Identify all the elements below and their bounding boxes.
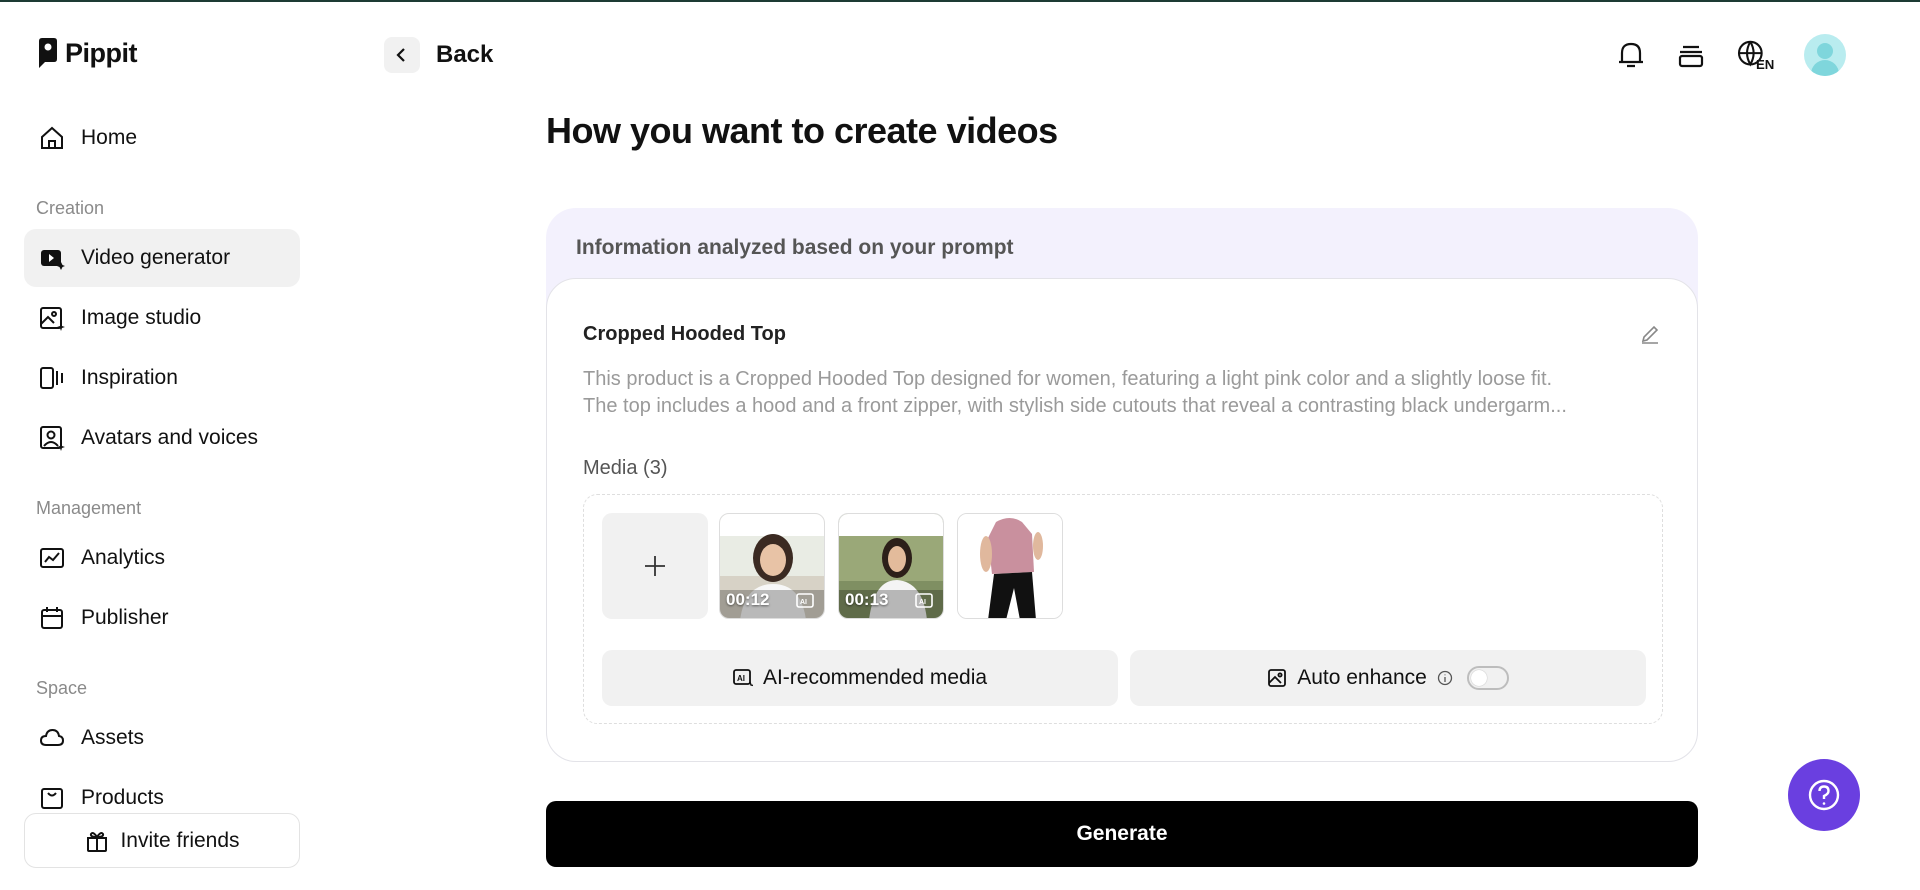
chevron-left-icon [396,48,405,62]
section-label-space: Space [36,678,88,698]
back-label: Back [436,41,494,68]
gift-icon [87,831,108,852]
pippit-logo-icon [39,38,57,68]
ai-recommended-media-button[interactable]: AI AI-recommended media [602,650,1118,706]
bell-icon[interactable] [1614,38,1648,72]
credits-stack-icon[interactable] [1674,38,1708,72]
question-mark-icon [1808,779,1840,811]
product-bag-icon [41,788,63,809]
image-studio-icon [40,307,65,331]
svg-text:AI: AI [800,599,807,606]
sidebar-item-label: Analytics [81,546,166,569]
sidebar-item-assets[interactable]: Assets [24,709,300,767]
language-code: EN [1756,57,1774,72]
svg-text:AI: AI [737,674,745,683]
sidebar-item-label: Inspiration [81,366,178,389]
sidebar-item-publisher[interactable]: Publisher [24,589,300,647]
sidebar-item-image-studio[interactable]: Image studio [24,289,300,347]
media-thumbnail-image[interactable] [957,513,1063,619]
sidebar-item-label: Avatars and voices [81,426,259,449]
user-avatar[interactable] [1804,34,1846,76]
auto-enhance-label: Auto enhance [1297,666,1427,689]
inspiration-icon [40,367,63,389]
sidebar-item-home[interactable]: Home [24,109,300,167]
sidebar-item-video-generator[interactable]: Video generator [24,229,300,287]
home-icon [41,126,63,149]
brand-name: Pippit [65,37,138,68]
sidebar-item-label: Video generator [81,246,231,269]
sidebar-item-label: Image studio [81,306,202,329]
product-name: Cropped Hooded Top [583,323,786,345]
video-generator-icon [41,250,65,270]
sidebar-item-analytics[interactable]: Analytics [24,529,300,587]
plus-icon [645,556,665,576]
ai-image-icon: AI [796,593,814,608]
invite-friends-label: Invite friends [120,828,240,852]
sidebar-item-inspiration[interactable]: Inspiration [24,349,300,407]
ai-image-icon: AI [733,669,753,687]
video-duration: 00:12 [726,590,770,609]
generate-button[interactable]: Generate [546,801,1698,867]
product-photo-image [958,514,1062,618]
back-chevron-button[interactable] [384,37,420,73]
edit-pencil-icon[interactable] [1639,323,1661,345]
sidebar-item-label: Home [81,126,138,149]
cloud-icon [39,728,65,746]
card-header: Information analyzed based on your promp… [576,236,1014,259]
language-globe-icon[interactable]: EN [1734,38,1778,72]
ai-image-icon: AI [915,593,933,608]
description-line: This product is a Cropped Hooded Top des… [583,368,1553,390]
media-thumbnail-video[interactable]: 00:13 AI [838,513,944,619]
analysis-card: Information analyzed based on your promp… [546,208,1698,762]
header-actions: EN [1614,34,1846,76]
info-icon[interactable] [1437,670,1453,686]
help-button[interactable] [1788,759,1860,831]
sidebar-item-label: Assets [81,726,145,749]
sidebar: Pippit Home Creation Video generator Ima… [0,0,330,890]
video-duration: 00:13 [845,590,889,609]
sidebar-item-avatars-and-voices[interactable]: Avatars and voices [24,409,300,467]
brand-logo[interactable]: Pippit [37,37,138,69]
auto-enhance-control: Auto enhance [1130,650,1646,706]
auto-enhance-toggle[interactable] [1466,666,1509,690]
back-button[interactable]: Back [384,37,493,73]
section-label-creation: Creation [36,198,105,218]
sidebar-item-label: Publisher [81,606,169,629]
media-thumbnail-video[interactable]: 00:12 AI [719,513,825,619]
media-dropzone: 00:12 AI 00:13 AI AI AI-recommended medi… [583,494,1663,724]
ai-recommended-media-label: AI-recommended media [762,666,988,689]
product-info-panel: Cropped Hooded Top This product is a Cro… [546,278,1698,762]
svg-text:AI: AI [919,599,926,606]
description-line: The top includes a hood and a front zipp… [583,395,1567,417]
invite-friends-button[interactable]: Invite friends [24,813,300,868]
product-description: This product is a Cropped Hooded Top des… [583,366,1663,420]
add-media-button[interactable] [602,513,708,619]
page-title: How you want to create videos [546,110,1058,151]
avatar-icon [40,426,65,451]
sidebar-item-label: Products [81,786,164,809]
analytics-icon [40,548,64,568]
media-actions: AI AI-recommended media Auto enhance [602,650,1646,706]
calendar-icon [41,607,63,629]
media-label: Media (3) [583,457,668,479]
image-icon [1268,669,1287,687]
section-label-management: Management [36,498,142,518]
